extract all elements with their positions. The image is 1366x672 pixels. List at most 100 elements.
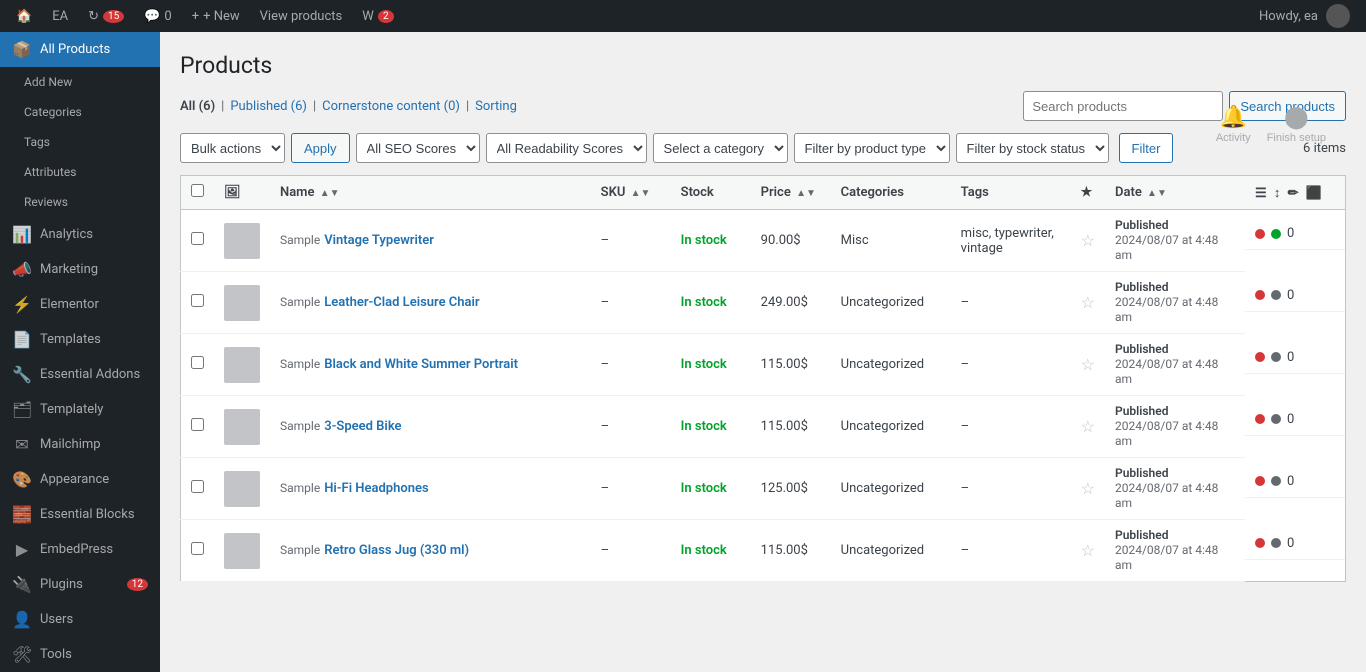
sidebar-item-all-products[interactable]: 📦 All Products — [0, 32, 160, 67]
sidebar-label-elementor: Elementor — [40, 297, 99, 312]
col-icon-3[interactable]: ✏ — [1288, 186, 1299, 201]
sidebar-item-marketing[interactable]: 📣 Marketing — [0, 252, 160, 287]
tab-sep-2: | — [313, 99, 316, 114]
adminbar-site[interactable]: EA — [44, 0, 76, 32]
activity-button[interactable]: 🔔 Activity — [1216, 104, 1251, 144]
row-price-cell: 115.00$ — [751, 520, 831, 582]
row-checkbox[interactable] — [191, 542, 204, 555]
sidebar-item-reviews[interactable]: Reviews — [0, 187, 160, 217]
sidebar-item-templates[interactable]: 📄 Templates — [0, 322, 160, 357]
product-name-link[interactable]: Retro Glass Jug (330 ml) — [324, 543, 469, 558]
sidebar-item-templately[interactable]: 🗂 Templately — [0, 392, 160, 427]
product-name-link[interactable]: Leather-Clad Leisure Chair — [324, 295, 479, 310]
row-featured-cell: ☆ — [1071, 396, 1105, 458]
product-name-link[interactable]: Hi-Fi Headphones — [324, 481, 428, 496]
sidebar-item-embedpress[interactable]: ▶ EmbedPress — [0, 532, 160, 567]
seo-scores-select[interactable]: All SEO Scores — [356, 133, 480, 163]
featured-star[interactable]: ☆ — [1081, 541, 1095, 560]
product-thumbnail — [224, 347, 260, 383]
featured-star[interactable]: ☆ — [1081, 355, 1095, 374]
sidebar-item-add-new[interactable]: Add New — [0, 67, 160, 97]
featured-star[interactable]: ☆ — [1081, 479, 1095, 498]
apply-button[interactable]: Apply — [291, 133, 350, 163]
row-date-cell: Published 2024/08/07 at 4:48 am — [1105, 272, 1245, 334]
search-input[interactable] — [1023, 91, 1223, 121]
adminbar-home[interactable]: 🏠 — [8, 0, 40, 32]
product-name-link[interactable]: 3-Speed Bike — [324, 419, 401, 434]
products-tbody: SampleVintage Typewriter – In stock 90.0… — [181, 210, 1346, 582]
col-icon-4[interactable]: ⬛ — [1306, 186, 1322, 201]
analytics-icon: 📊 — [12, 225, 32, 244]
sidebar-item-tags[interactable]: Tags — [0, 127, 160, 157]
row-checkbox[interactable] — [191, 232, 204, 245]
col-icon-1[interactable]: ☰ — [1255, 186, 1267, 201]
adminbar-updates[interactable]: ↻ 15 — [80, 0, 132, 32]
sidebar-item-appearance[interactable]: 🎨 Appearance — [0, 462, 160, 497]
sidebar-item-users[interactable]: 👤 Users — [0, 602, 160, 637]
comments-icon: 💬 — [144, 9, 160, 24]
toolbar: Bulk actions Apply All SEO Scores All Re… — [180, 133, 1346, 163]
adminbar-howdy[interactable]: Howdy, ea — [1251, 0, 1358, 32]
th-checkbox — [181, 176, 215, 210]
adminbar-woo[interactable]: W 2 — [354, 0, 402, 32]
stock-status-select[interactable]: Filter by stock status — [956, 133, 1109, 163]
row-checkbox[interactable] — [191, 418, 204, 431]
th-date[interactable]: Date ▲▼ — [1105, 176, 1245, 210]
row-checkbox[interactable] — [191, 294, 204, 307]
table-header-row: 🖼 Name ▲▼ SKU ▲▼ Stock Price ▲▼ Categori… — [181, 176, 1346, 210]
tab-sorting[interactable]: Sorting — [475, 99, 517, 114]
view-products-label: View products — [260, 9, 343, 24]
row-name-cell: SampleLeather-Clad Leisure Chair — [270, 272, 591, 334]
user-avatar — [1326, 4, 1350, 28]
adminbar-comments[interactable]: 💬 0 — [136, 0, 180, 32]
seo-dot — [1255, 290, 1265, 300]
tab-cornerstone[interactable]: Cornerstone content (0) — [322, 99, 460, 114]
product-name-link[interactable]: Vintage Typewriter — [324, 233, 434, 248]
featured-star[interactable]: ☆ — [1081, 231, 1095, 250]
featured-star[interactable]: ☆ — [1081, 417, 1095, 436]
row-name-cell: SampleHi-Fi Headphones — [270, 458, 591, 520]
readability-dot — [1271, 538, 1281, 548]
sidebar-item-elementor[interactable]: ⚡ Elementor — [0, 287, 160, 322]
category-select[interactable]: Select a category — [653, 133, 788, 163]
adminbar-view-products[interactable]: View products — [252, 0, 351, 32]
sidebar-item-mailchimp[interactable]: ✉ Mailchimp — [0, 427, 160, 462]
th-name[interactable]: Name ▲▼ — [270, 176, 591, 210]
row-price-cell: 249.00$ — [751, 272, 831, 334]
sidebar-item-attributes[interactable]: Attributes — [0, 157, 160, 187]
product-name-link[interactable]: Black and White Summer Portrait — [324, 357, 518, 372]
row-categories-cell: Uncategorized — [831, 272, 951, 334]
bulk-actions-select[interactable]: Bulk actions — [180, 133, 285, 163]
publish-status: Published — [1115, 528, 1168, 542]
row-checkbox[interactable] — [191, 480, 204, 493]
woo-badge: 2 — [378, 10, 394, 23]
th-price[interactable]: Price ▲▼ — [751, 176, 831, 210]
row-image-cell — [214, 272, 270, 334]
row-price-cell: 90.00$ — [751, 210, 831, 272]
select-all-checkbox[interactable] — [191, 184, 204, 197]
th-sku[interactable]: SKU ▲▼ — [591, 176, 671, 210]
row-stock-cell: In stock — [671, 272, 751, 334]
sidebar-item-essential-blocks[interactable]: 🧱 Essential Blocks — [0, 497, 160, 532]
sidebar-item-analytics[interactable]: 📊 Analytics — [0, 217, 160, 252]
tab-all[interactable]: All (6) — [180, 99, 215, 114]
sidebar-label-plugins: Plugins — [40, 577, 83, 592]
tab-published[interactable]: Published (6) — [230, 99, 307, 114]
row-checkbox[interactable] — [191, 356, 204, 369]
stock-status: In stock — [681, 543, 727, 558]
row-categories-cell: Uncategorized — [831, 520, 951, 582]
col-icon-2[interactable]: ↕ — [1274, 186, 1281, 201]
row-count: 0 — [1287, 474, 1294, 489]
featured-star[interactable]: ☆ — [1081, 293, 1095, 312]
seo-dot — [1255, 538, 1265, 548]
product-type-select[interactable]: Filter by product type — [794, 133, 950, 163]
readability-select[interactable]: All Readability Scores — [486, 133, 647, 163]
row-count: 0 — [1287, 350, 1294, 365]
sidebar-item-categories[interactable]: Categories — [0, 97, 160, 127]
filter-button[interactable]: Filter — [1119, 133, 1174, 163]
sidebar-item-tools[interactable]: 🛠 Tools — [0, 637, 160, 672]
sidebar-item-essential-addons[interactable]: 🔧 Essential Addons — [0, 357, 160, 392]
sidebar-item-plugins[interactable]: 🔌 Plugins 12 — [0, 567, 160, 602]
finish-setup-button[interactable]: ⬤ Finish setup — [1267, 104, 1326, 144]
adminbar-new[interactable]: + + New — [184, 0, 248, 32]
